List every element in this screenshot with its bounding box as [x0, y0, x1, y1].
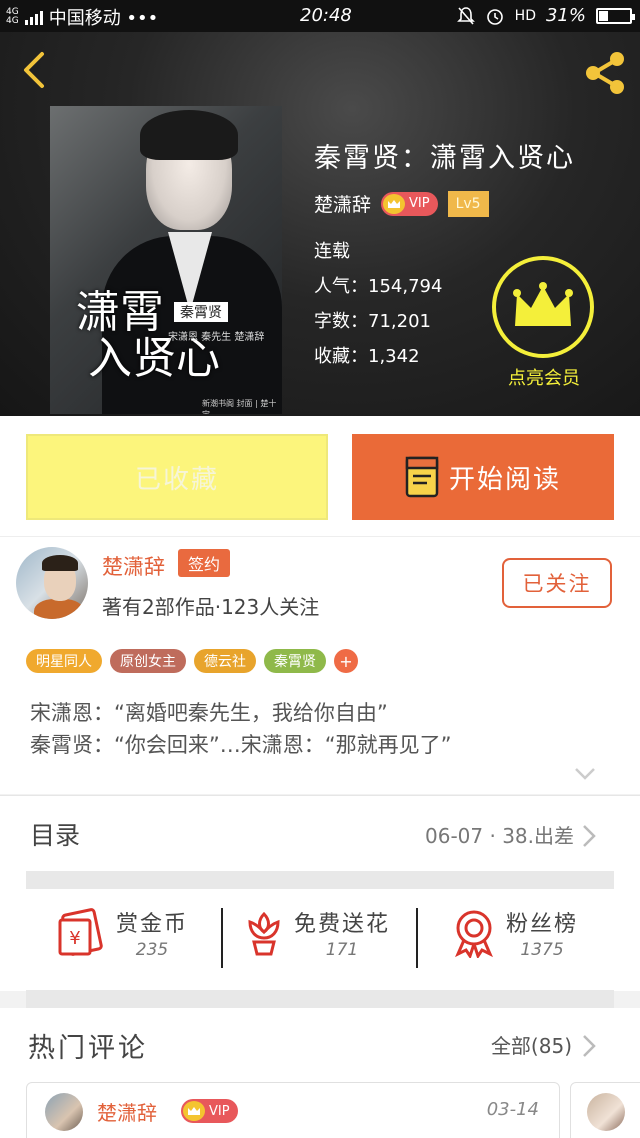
- vip-member-button[interactable]: 点亮会员: [492, 256, 596, 390]
- following-button[interactable]: 已关注: [502, 558, 612, 608]
- reward-coins-button[interactable]: ¥ 赏金币 235: [56, 906, 188, 960]
- reward-coins-count: 235: [135, 940, 169, 960]
- tag-1[interactable]: 原创女主: [110, 649, 186, 673]
- clock: 20:48: [300, 5, 352, 26]
- book-status: 连载: [314, 241, 350, 262]
- tag-more-button[interactable]: +: [334, 649, 358, 673]
- vip-member-label: 点亮会员: [508, 368, 580, 389]
- book-title: 秦霄贤：潇霄入贤心: [314, 143, 575, 174]
- flower-icon: [248, 911, 280, 956]
- intro-line-1: 宋潇恩：“离婚吧秦先生，我给你自由”: [30, 701, 388, 725]
- chevron-down-icon[interactable]: [574, 767, 596, 781]
- chevron-right-icon[interactable]: [582, 1034, 596, 1058]
- book-popularity: 人气：154,794: [314, 276, 443, 297]
- medal-icon: [455, 910, 493, 958]
- fan-ranking-count: 1375: [520, 940, 564, 960]
- tag-2[interactable]: 德云社: [194, 649, 256, 673]
- vip-badge: VIP: [181, 1099, 238, 1123]
- start-reading-button[interactable]: 开始阅读: [352, 434, 614, 520]
- send-flowers-label: 免费送花: [294, 912, 391, 937]
- carrier-name: 中国移动 •••: [48, 8, 159, 29]
- book-icon: [405, 456, 439, 498]
- favorited-button[interactable]: 已收藏: [26, 434, 328, 520]
- comment-date: 03-14: [486, 1099, 539, 1120]
- all-comments-link[interactable]: 全部(85): [491, 1030, 572, 1059]
- action-bar: 已收藏 开始阅读: [0, 416, 640, 536]
- book-favorites: 收藏：1,342: [314, 346, 420, 367]
- red-envelope-icon: ¥: [58, 908, 103, 956]
- book-meta: 连载 人气：154,794 字数：71,201 收藏：1,342: [314, 234, 442, 374]
- stat-divider: [221, 908, 223, 968]
- book-author-row: 楚潇辞 VIP Lv5: [314, 190, 489, 217]
- section-divider: [26, 871, 614, 889]
- stat-divider: [416, 908, 418, 968]
- status-bar: 4G 4G 中国移动 ••• 20:48 HD 31%: [0, 0, 640, 32]
- alarm-icon: [486, 8, 503, 25]
- book-author-name[interactable]: 楚潇辞: [314, 190, 371, 217]
- svg-text:¥: ¥: [69, 928, 80, 949]
- book-cover[interactable]: 潇霄 入贤心 秦霄贤 宋潇恩 秦先生 楚潇辞 新潮书阁 封面 | 楚十宝: [50, 106, 282, 414]
- crown-icon: [383, 193, 406, 214]
- level-badge: Lv5: [447, 190, 489, 217]
- share-icon[interactable]: [580, 48, 630, 98]
- battery-percent: 31%: [545, 5, 586, 26]
- latest-chapter: 06-07 · 38.出差: [425, 824, 574, 848]
- book-header: 潇霄 入贤心 秦霄贤 宋潇恩 秦先生 楚潇辞 新潮书阁 封面 | 楚十宝 秦霄贤…: [0, 32, 640, 416]
- author-name[interactable]: 楚潇辞: [102, 551, 165, 581]
- start-reading-label: 开始阅读: [448, 464, 561, 495]
- battery-icon: [596, 7, 635, 24]
- author-card: 楚潇辞 签约 著有2部作品·123人关注 已关注 明星同人 原创女主 德云社 秦…: [0, 536, 640, 794]
- fan-ranking-button[interactable]: 粉丝榜 1375: [452, 906, 578, 960]
- crown-icon: [492, 256, 594, 358]
- avatar[interactable]: [587, 1093, 625, 1131]
- hot-comments-title: 热门评论: [28, 1033, 148, 1064]
- tag-0[interactable]: 明星同人: [26, 649, 102, 673]
- fan-ranking-label: 粉丝榜: [506, 912, 579, 937]
- comment-card[interactable]: 楚潇辞 VIP 03-14: [26, 1082, 560, 1138]
- section-divider: [26, 990, 614, 1008]
- tag-list: 明星同人 原创女主 德云社 秦霄贤 +: [26, 649, 358, 673]
- cover-credit: 新潮书阁 封面 | 楚十宝: [202, 399, 277, 414]
- intro-line-2: 秦霄贤：“你会回来”…宋潇恩：“那就再见了”: [30, 733, 452, 757]
- reward-coins-label: 赏金币: [116, 912, 189, 937]
- cover-subtitle: 宋潇恩 秦先生 楚潇辞: [168, 332, 265, 343]
- back-arrow-icon[interactable]: [16, 50, 56, 90]
- comment-card[interactable]: [570, 1082, 640, 1138]
- send-flowers-button[interactable]: 免费送花 171: [244, 906, 390, 960]
- tag-3[interactable]: 秦霄贤: [264, 649, 326, 673]
- chevron-right-icon: [583, 825, 596, 847]
- avatar[interactable]: [45, 1093, 83, 1131]
- book-intro[interactable]: 宋潇恩：“离婚吧秦先生，我给你自由” 秦霄贤：“你会回来”…宋潇恩：“那就再见了…: [30, 697, 452, 761]
- hd-indicator: HD: [514, 7, 536, 24]
- vip-badge: VIP: [381, 191, 438, 216]
- network-indicator: 4G 4G: [6, 7, 19, 26]
- signal-icon: [24, 9, 43, 25]
- crown-icon: [183, 1101, 205, 1121]
- cover-tag: 秦霄贤: [174, 302, 228, 322]
- author-stats: 著有2部作品·123人关注: [102, 595, 320, 619]
- send-flowers-count: 171: [325, 940, 359, 960]
- commenter-name[interactable]: 楚潇辞: [97, 1097, 157, 1126]
- catalog-title: 目录: [30, 821, 81, 850]
- author-avatar[interactable]: [16, 547, 88, 619]
- book-word-count: 字数：71,201: [314, 311, 431, 332]
- signed-badge: 签约: [178, 549, 231, 577]
- mute-icon: [456, 6, 475, 25]
